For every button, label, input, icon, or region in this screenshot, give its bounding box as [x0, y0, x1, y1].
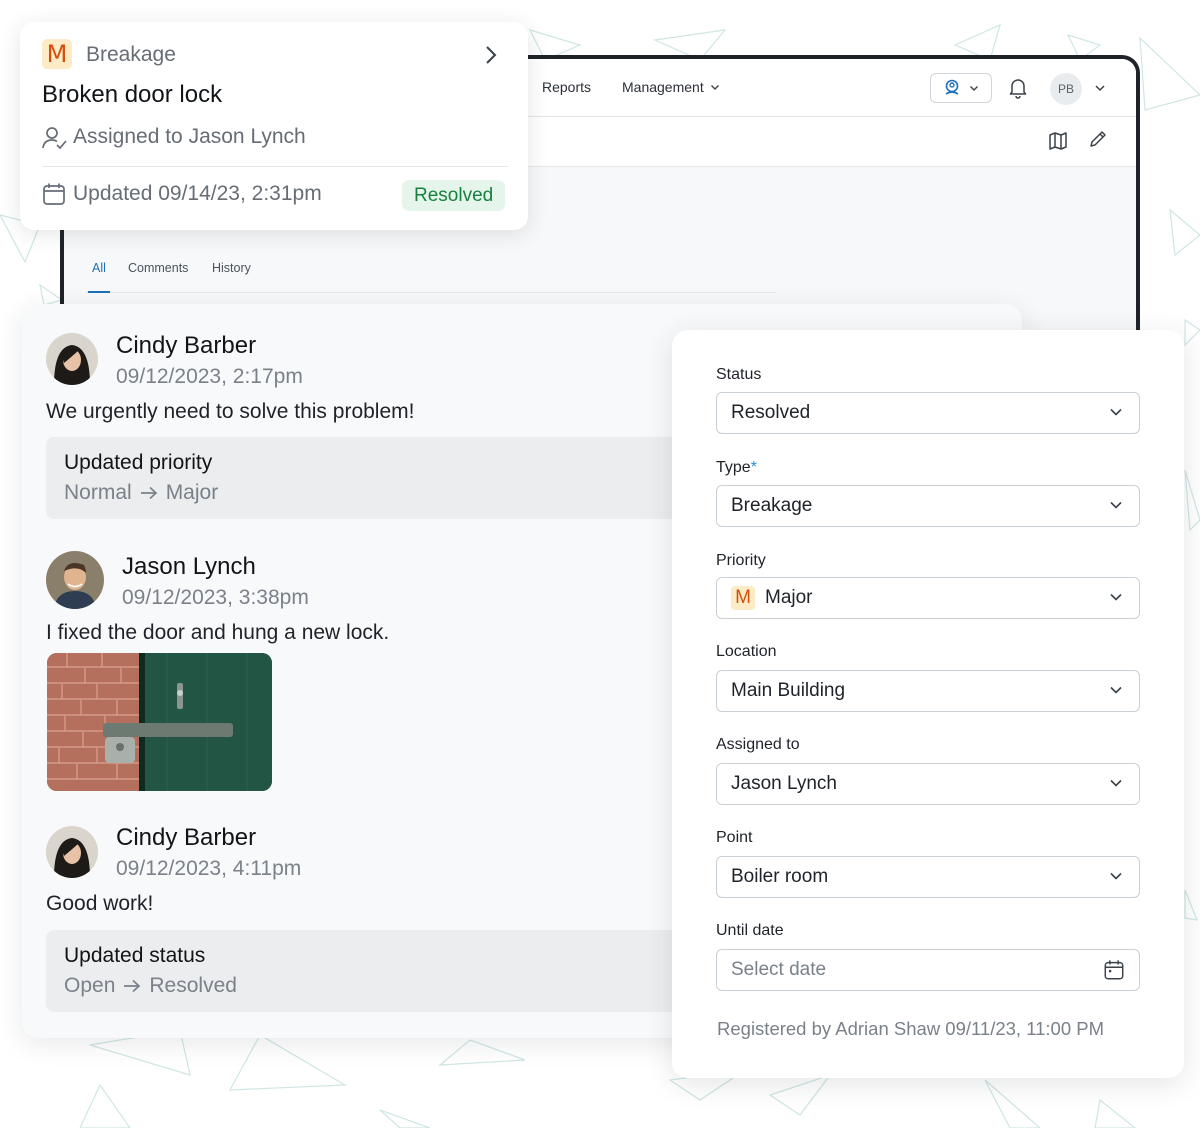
comment-timestamp: 09/12/2023, 2:17pm — [116, 365, 303, 388]
notification-bell-icon[interactable] — [1008, 77, 1028, 99]
attachment-image[interactable] — [47, 653, 272, 791]
until-date-input[interactable]: Select date — [716, 949, 1140, 991]
change-title: Updated status — [64, 944, 206, 967]
chevron-right-icon[interactable] — [483, 44, 499, 66]
point-label: Point — [716, 829, 753, 846]
map-icon[interactable] — [1048, 131, 1068, 151]
pencil-edit-icon[interactable] — [1088, 129, 1108, 149]
avatar-photo — [46, 551, 104, 609]
door-lock-photo — [47, 653, 272, 791]
chevron-down-icon — [1110, 593, 1122, 601]
status-select[interactable]: Resolved — [716, 392, 1140, 434]
avatar — [46, 551, 104, 609]
tab-all[interactable]: All — [92, 261, 106, 275]
change-title: Updated priority — [64, 451, 213, 474]
arrow-right-icon — [140, 486, 157, 500]
point-select[interactable]: Boiler room — [716, 856, 1140, 898]
activity-tabs: All Comments History — [86, 255, 776, 293]
nav-reports-label: Reports — [542, 79, 592, 95]
nav-management-label: Management — [622, 79, 704, 95]
change-to: Major — [165, 481, 219, 504]
comment-author: Cindy Barber — [116, 824, 257, 851]
status-label: Status — [716, 366, 762, 383]
arrow-right-icon — [124, 979, 141, 993]
location-value: Main Building — [731, 680, 846, 701]
chevron-down-icon[interactable] — [1094, 83, 1106, 93]
type-select[interactable]: Breakage — [716, 485, 1140, 527]
chevron-down-icon — [970, 86, 978, 91]
assigned-to-value: Jason Lynch — [731, 773, 837, 794]
comment-timestamp: 09/12/2023, 4:11pm — [116, 857, 302, 880]
priority-badge: M — [731, 586, 755, 610]
location-select[interactable]: Main Building — [716, 670, 1140, 712]
until-date-label: Until date — [716, 922, 784, 939]
chevron-down-icon — [710, 85, 719, 90]
comment-timestamp: 09/12/2023, 3:38pm — [122, 586, 309, 609]
status-value: Resolved — [731, 402, 811, 423]
ticket-title: Broken door lock — [42, 81, 223, 108]
tab-comments[interactable]: Comments — [128, 261, 188, 275]
type-label: Type* — [716, 459, 757, 477]
location-label: Location — [716, 643, 777, 660]
priority-select[interactable]: M Major — [716, 577, 1140, 619]
chevron-down-icon — [1110, 501, 1122, 509]
comment-author: Jason Lynch — [122, 553, 256, 580]
priority-badge: M — [42, 39, 72, 69]
comment-text: I fixed the door and hung a new lock. — [46, 621, 390, 644]
chevron-down-icon — [1110, 872, 1122, 880]
comment-author: Cindy Barber — [116, 332, 257, 359]
nav-management[interactable]: Management — [622, 79, 720, 95]
calendar-icon — [43, 183, 65, 205]
status-badge: Resolved — [402, 180, 506, 211]
user-avatar[interactable]: PB — [1050, 73, 1082, 105]
change-values: Open Resolved — [64, 974, 237, 998]
user-check-icon — [42, 127, 67, 150]
location-selector-button[interactable] — [930, 73, 992, 103]
assigned-to-select[interactable]: Jason Lynch — [716, 763, 1140, 805]
calendar-icon[interactable] — [1103, 959, 1125, 981]
ticket-type: Breakage — [86, 43, 176, 66]
point-value: Boiler room — [731, 866, 829, 887]
change-log-box: Updated priority Normal Major — [46, 437, 746, 519]
chevron-down-icon — [1110, 779, 1122, 787]
priority-value: Major — [765, 587, 813, 608]
required-asterisk: * — [750, 459, 757, 476]
change-from: Normal — [64, 481, 132, 504]
change-values: Normal Major — [64, 481, 218, 505]
priority-label: Priority — [716, 552, 766, 569]
type-value: Breakage — [731, 495, 813, 516]
until-date-placeholder: Select date — [731, 959, 827, 980]
ticket-updated: Updated 09/14/23, 2:31pm — [73, 182, 322, 205]
avatar — [46, 826, 98, 878]
comment-text: We urgently need to solve this problem! — [46, 400, 415, 423]
tab-history[interactable]: History — [212, 261, 251, 275]
ticket-assignee: Assigned to Jason Lynch — [73, 125, 306, 148]
map-pin-user-icon — [945, 79, 959, 95]
change-to: Resolved — [149, 974, 237, 997]
registered-by-text: Registered by Adrian Shaw 09/11/23, 11:0… — [717, 1018, 1105, 1039]
avatar — [46, 333, 98, 385]
ticket-details-form: Status Resolved Type* Breakage Priority … — [672, 330, 1184, 1078]
change-log-box: Updated status Open Resolved — [46, 930, 746, 1012]
divider — [42, 166, 508, 167]
comment-text: Good work! — [46, 892, 154, 915]
chevron-down-icon — [1110, 408, 1122, 416]
change-from: Open — [64, 974, 116, 997]
active-tab-indicator — [88, 291, 110, 293]
ticket-card[interactable]: M Breakage Broken door lock Assigned to … — [20, 22, 528, 230]
nav-reports[interactable]: Reports — [542, 79, 591, 95]
avatar-photo — [46, 333, 98, 385]
assigned-to-label: Assigned to — [716, 736, 800, 753]
chevron-down-icon — [1110, 686, 1122, 694]
avatar-photo — [46, 826, 98, 878]
type-label-text: Type — [716, 459, 751, 476]
